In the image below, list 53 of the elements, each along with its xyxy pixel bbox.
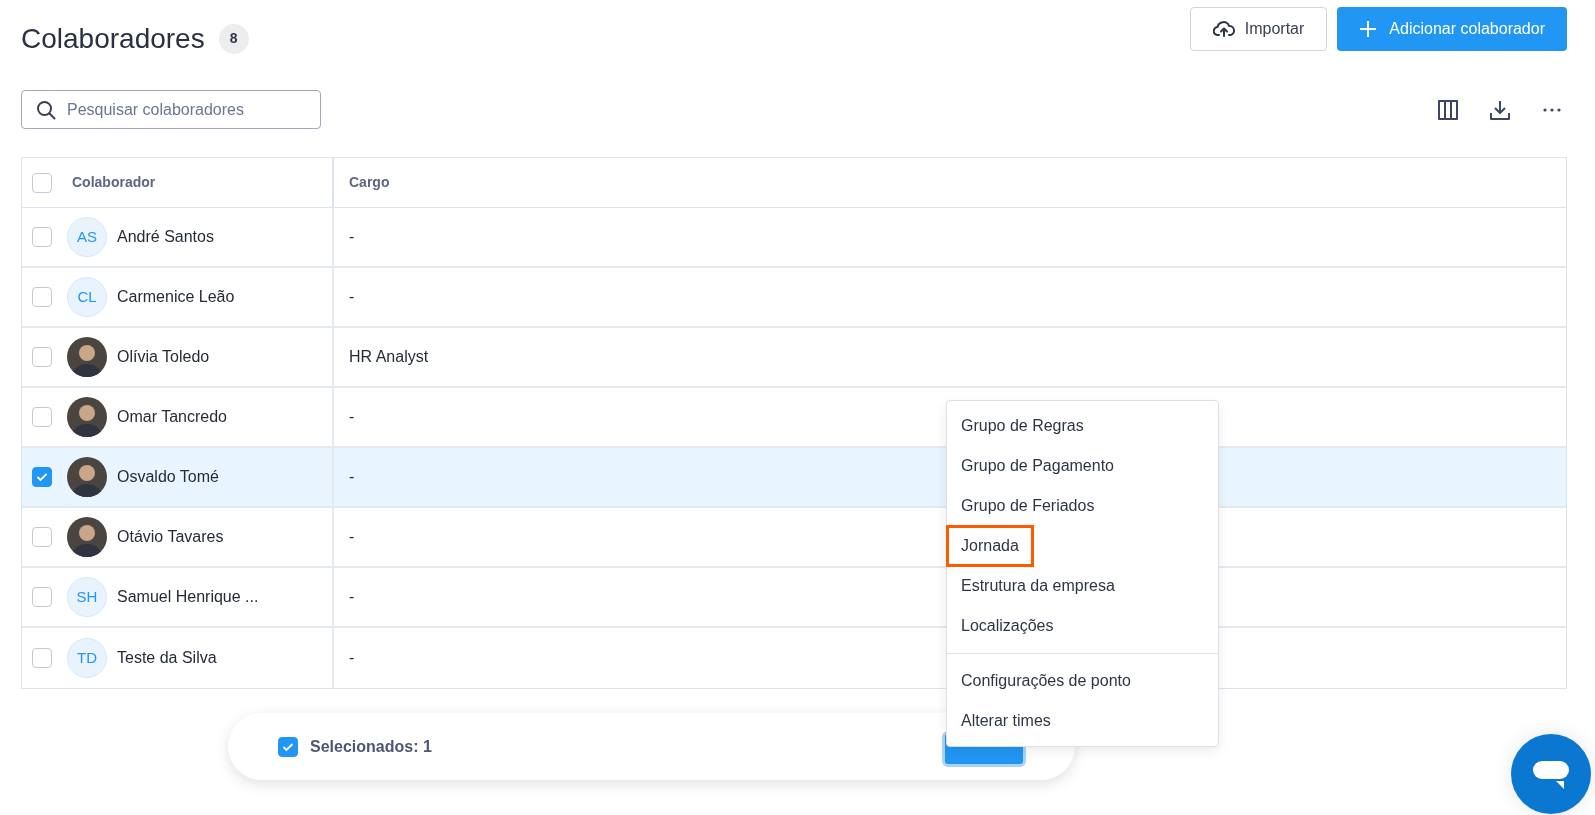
avatar-initials: TD bbox=[67, 638, 107, 678]
employee-name: André Santos bbox=[117, 227, 214, 247]
avatar-silhouette bbox=[67, 457, 107, 497]
avatar-silhouette bbox=[67, 337, 107, 377]
row-checkbox[interactable] bbox=[32, 587, 52, 607]
employee-name: Otávio Tavares bbox=[117, 527, 224, 547]
page-title: Colaboradores bbox=[21, 21, 205, 56]
import-button[interactable]: Importar bbox=[1189, 6, 1328, 51]
employee-name: Teste da Silva bbox=[117, 648, 217, 668]
menu-item[interactable]: Grupo de Regras bbox=[947, 414, 1084, 438]
search-field[interactable]: Pesquisar colaboradores bbox=[21, 90, 321, 129]
menu-item[interactable]: Estrutura da empresa bbox=[947, 574, 1115, 598]
row-checkbox[interactable] bbox=[32, 648, 52, 668]
row-checkbox[interactable] bbox=[32, 347, 52, 367]
employee-name: Osvaldo Tomé bbox=[117, 467, 219, 487]
select-all-checkbox[interactable] bbox=[32, 172, 52, 193]
row-checkbox[interactable] bbox=[32, 227, 52, 247]
menu-item[interactable]: Alterar times bbox=[947, 709, 1051, 733]
menu-item[interactable]: Jornada bbox=[946, 525, 1034, 567]
selection-count: Selecionados: 1 bbox=[310, 736, 432, 757]
columns-icon[interactable] bbox=[1436, 97, 1460, 122]
employee-name: Carmenice Leão bbox=[117, 287, 235, 307]
menu-item[interactable]: Localizações bbox=[947, 614, 1054, 638]
table-cell-text: - bbox=[349, 467, 355, 487]
table-cell-text: - bbox=[349, 527, 355, 547]
table-cell-text: - bbox=[349, 227, 355, 247]
table-cell-text: - bbox=[349, 648, 355, 668]
employee-name: Olívia Toledo bbox=[117, 347, 210, 367]
employee-name: Omar Tancredo bbox=[117, 407, 227, 427]
menu-item[interactable]: Configurações de ponto bbox=[947, 669, 1131, 693]
row-checkbox[interactable] bbox=[32, 287, 52, 307]
avatar-silhouette bbox=[67, 517, 107, 557]
plus-icon bbox=[1359, 19, 1378, 38]
cloud-upload-icon bbox=[1212, 19, 1235, 38]
table-cell-text: - bbox=[349, 407, 355, 427]
selection-checkbox[interactable] bbox=[278, 736, 298, 757]
column-header: Cargo bbox=[349, 173, 390, 192]
employee-name: Samuel Henrique ... bbox=[117, 587, 259, 607]
menu-item[interactable]: Grupo de Feriados bbox=[947, 494, 1095, 518]
count-badge: 8 bbox=[218, 23, 249, 54]
avatar-initials: CL bbox=[67, 277, 107, 317]
avatar-initials: AS bbox=[67, 217, 107, 257]
table-cell-text: - bbox=[349, 287, 355, 307]
row-checkbox[interactable] bbox=[32, 467, 52, 487]
table-cell-text: - bbox=[349, 587, 355, 607]
row-checkbox[interactable] bbox=[32, 407, 52, 427]
search-icon bbox=[36, 100, 56, 120]
column-header: Colaborador bbox=[72, 173, 156, 192]
avatar-silhouette bbox=[67, 397, 107, 437]
table-cell-text: HR Analyst bbox=[349, 347, 429, 367]
menu-item[interactable]: Grupo de Pagamento bbox=[947, 454, 1114, 478]
avatar-initials: SH bbox=[67, 577, 107, 617]
row-checkbox[interactable] bbox=[32, 527, 52, 547]
